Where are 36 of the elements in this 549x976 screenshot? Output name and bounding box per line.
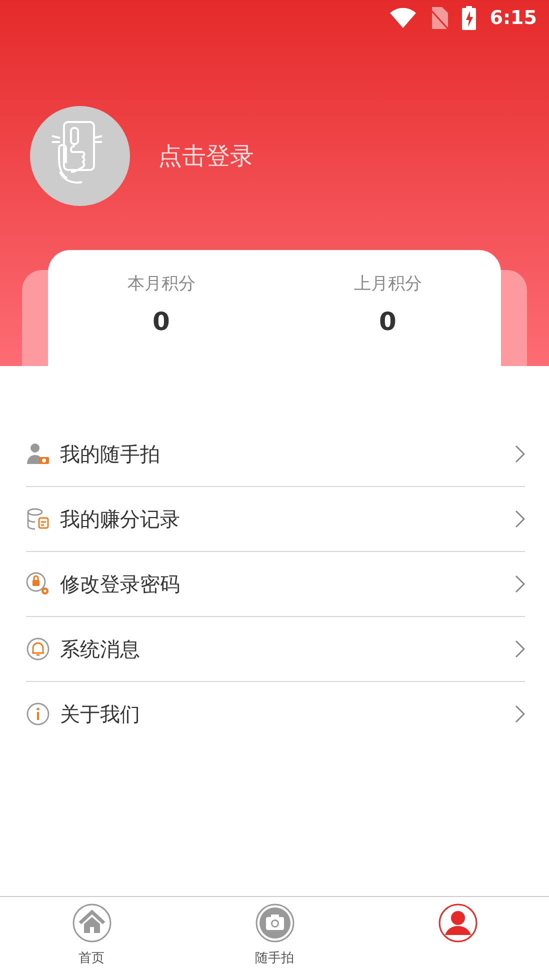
menu-item[interactable]: 我的赚分记录 <box>26 487 525 552</box>
tab-label: 首页 <box>78 950 104 967</box>
home-icon <box>72 903 112 943</box>
chevron-right-icon <box>515 575 525 593</box>
menu-item[interactable]: 系统消息 <box>26 617 525 682</box>
chevron-right-icon <box>515 445 525 463</box>
clock-time: 6:15 <box>490 7 537 29</box>
database-note-icon <box>26 507 50 531</box>
tab[interactable]: 首页 <box>0 897 183 976</box>
user-icon <box>438 903 478 943</box>
battery-charging-icon <box>462 6 476 30</box>
chevron-right-icon <box>515 510 525 528</box>
menu-item[interactable]: 关于我们 <box>26 682 525 746</box>
chevron-right-icon <box>515 705 525 723</box>
menu-label: 系统消息 <box>60 636 141 662</box>
points-value: 0 <box>152 307 170 336</box>
menu-label: 修改登录密码 <box>60 570 181 598</box>
wifi-icon <box>390 8 416 28</box>
info-icon <box>26 702 50 726</box>
tab-label: 随手拍 <box>255 950 294 967</box>
no-sim-icon <box>430 7 448 29</box>
menu-label: 关于我们 <box>60 700 141 728</box>
menu-item[interactable]: 修改登录密码 <box>26 552 525 617</box>
avatar[interactable] <box>30 106 130 206</box>
bell-icon <box>26 637 50 661</box>
chevron-right-icon <box>515 640 525 658</box>
menu-label: 我的赚分记录 <box>60 506 181 532</box>
tab[interactable]: 随手拍 <box>183 897 366 976</box>
points-label: 本月积分 <box>127 273 196 295</box>
user-camera-icon <box>26 442 50 466</box>
points-value: 0 <box>379 307 396 336</box>
lock-gear-icon <box>26 572 50 596</box>
menu-item[interactable]: 我的随手拍 <box>26 422 525 487</box>
points-label: 上月积分 <box>354 273 422 295</box>
menu-label: 我的随手拍 <box>60 440 161 468</box>
camera-icon <box>254 903 294 943</box>
